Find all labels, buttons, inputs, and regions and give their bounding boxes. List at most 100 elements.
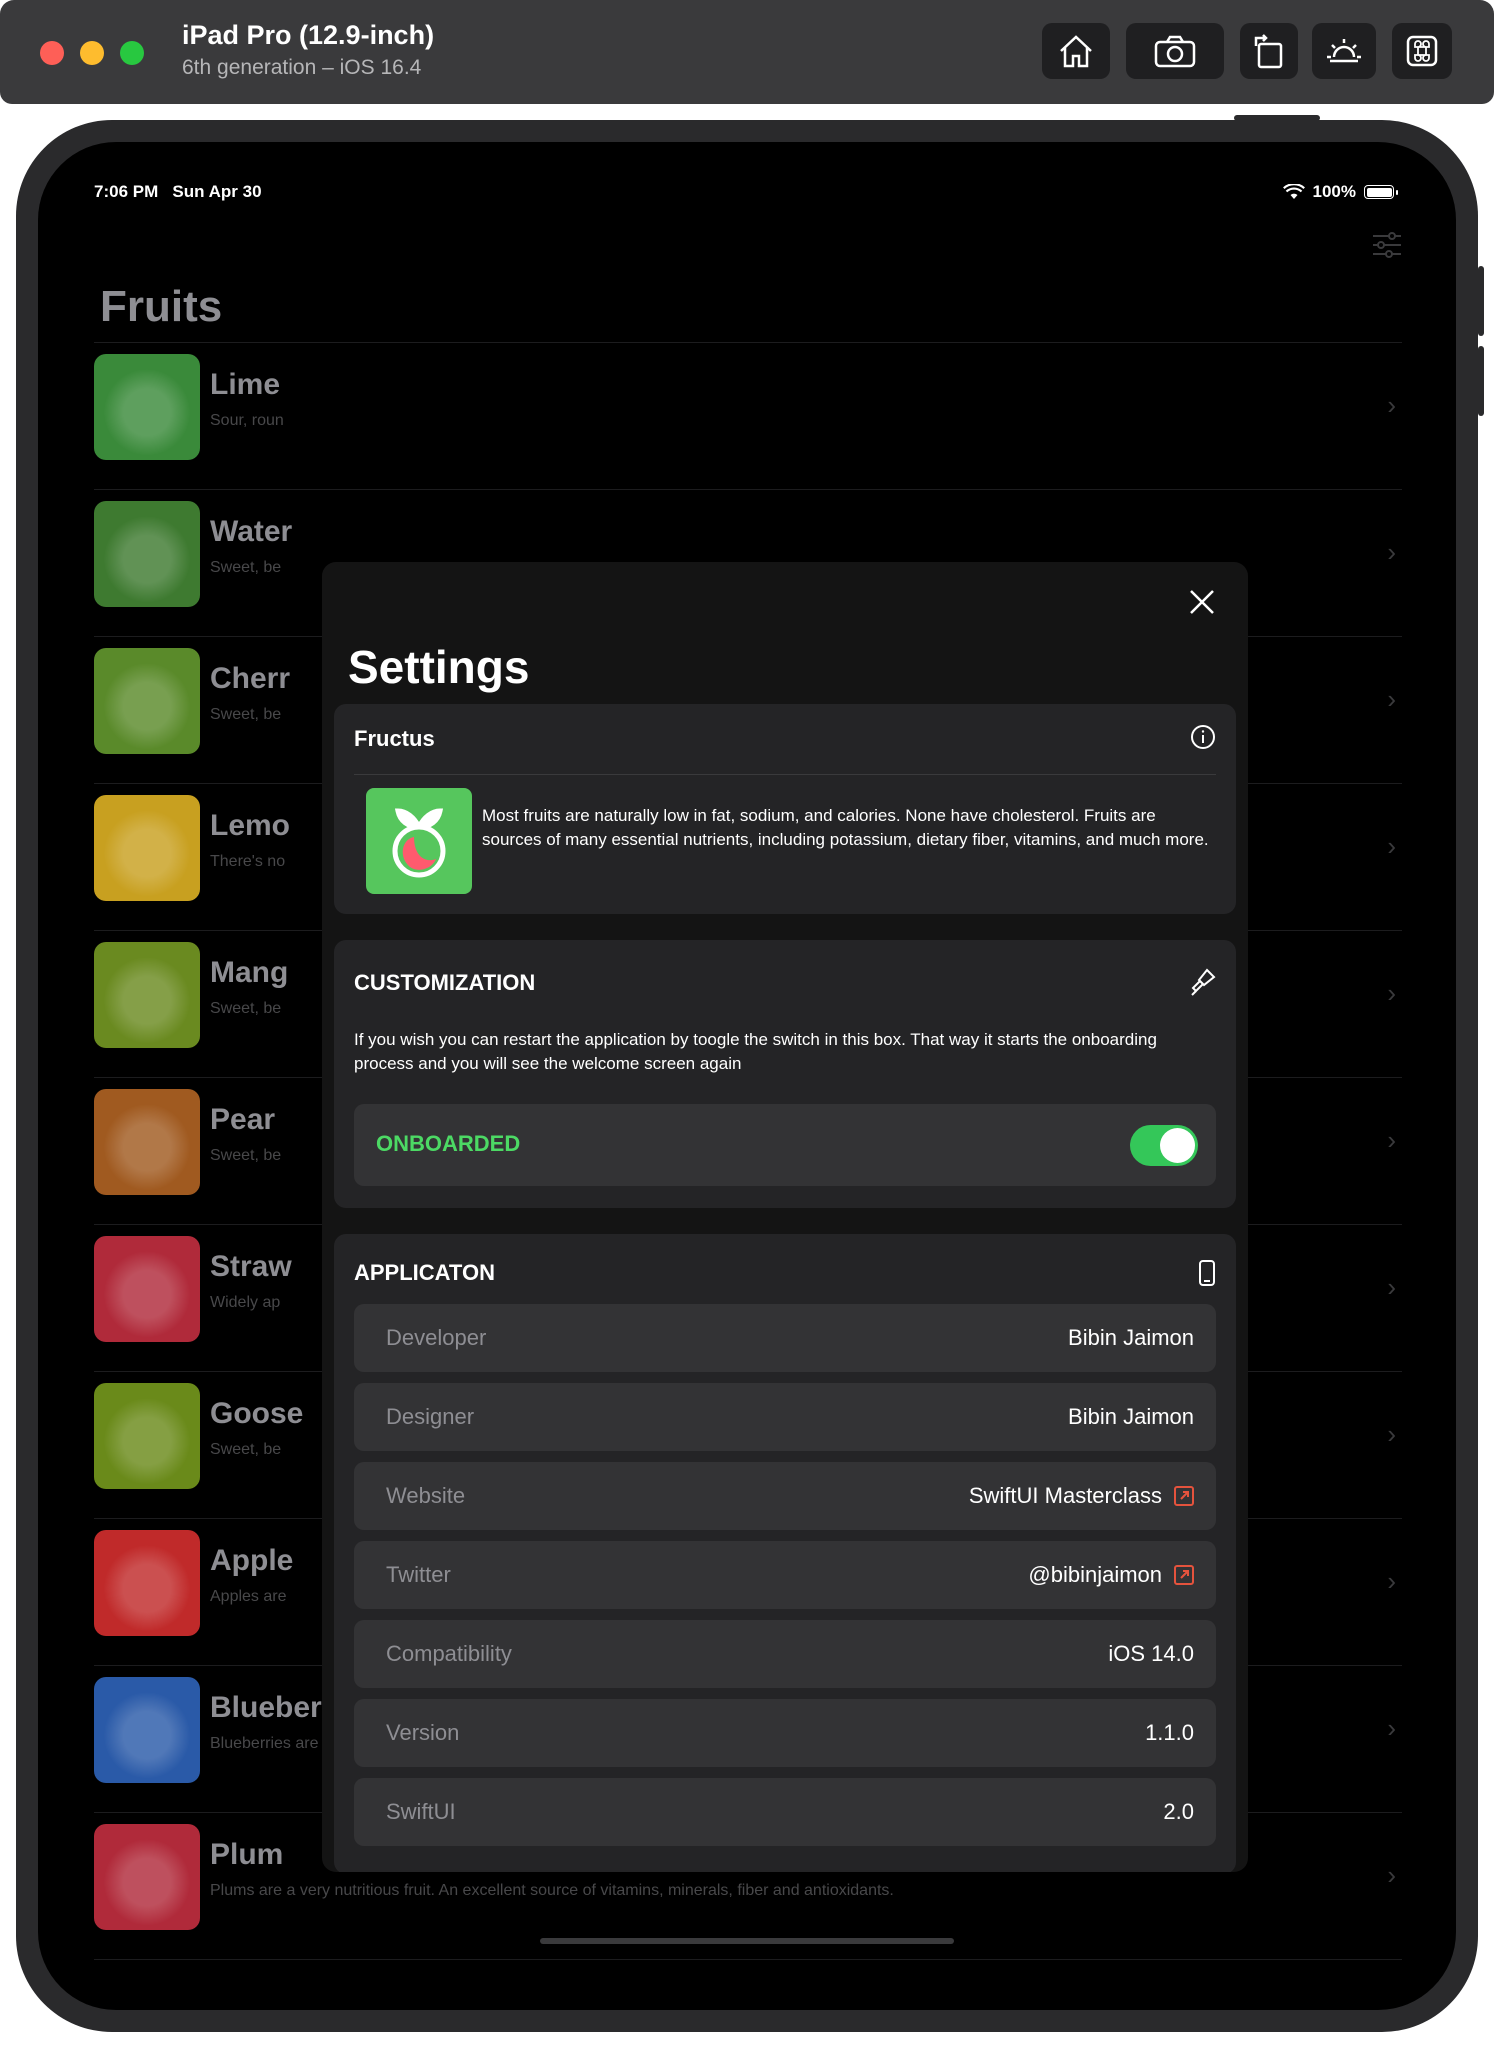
- application-group: APPLICATON Developer Bibin Jaimon Designer…: [334, 1234, 1236, 1872]
- fruit-name: Mang: [210, 956, 289, 989]
- chevron-right-icon: ›: [1387, 1125, 1396, 1155]
- device-subtitle: 6th generation – iOS 16.4: [182, 56, 422, 79]
- info-value: Bibin Jaimon: [1068, 1325, 1194, 1350]
- command-icon: [1406, 35, 1438, 67]
- info-row-swiftui: SwiftUI 2.0: [354, 1778, 1216, 1846]
- info-key: SwiftUI: [386, 1799, 456, 1824]
- fruits-list-title: Fruits: [100, 282, 223, 331]
- fruit-description: Apples are: [210, 1588, 287, 1605]
- command-button[interactable]: [1392, 23, 1452, 79]
- chevron-right-icon: ›: [1387, 1566, 1396, 1596]
- chevron-right-icon: ›: [1387, 684, 1396, 714]
- status-indicators: 100%: [1282, 182, 1398, 202]
- info-value: Bibin Jaimon: [1068, 1404, 1194, 1429]
- fruit-name: Plum: [210, 1838, 284, 1871]
- fruit-description: Sweet, be: [210, 1000, 282, 1017]
- info-value-wrap: Bibin Jaimon: [1068, 1404, 1194, 1430]
- info-key: Twitter: [386, 1562, 451, 1587]
- fruit-thumbnail: [94, 1236, 200, 1342]
- volume-down-button: [1478, 346, 1484, 416]
- home-indicator[interactable]: [540, 1938, 954, 1944]
- list-divider: [94, 342, 1402, 343]
- customization-group: CUSTOMIZATION If you wish you can restar…: [334, 940, 1236, 1208]
- chevron-right-icon: ›: [1387, 1272, 1396, 1302]
- info-row-twitter[interactable]: Twitter @bibinjaimon: [354, 1541, 1216, 1609]
- simulator-title-bar: iPad Pro (12.9-inch) 6th generation – iO…: [0, 0, 1494, 104]
- onboarded-toggle[interactable]: [1130, 1125, 1198, 1166]
- close-button[interactable]: [1182, 582, 1222, 622]
- info-key: Designer: [386, 1404, 475, 1429]
- fruit-description: Plums are a very nutritious fruit. An ex…: [210, 1882, 894, 1899]
- fruit-thumbnail: [94, 354, 200, 460]
- info-value-wrap[interactable]: @bibinjaimon: [1028, 1562, 1194, 1588]
- list-divider: [94, 1959, 1402, 1960]
- zoom-window-button[interactable]: [120, 41, 144, 65]
- info-value-wrap: Bibin Jaimon: [1068, 1325, 1194, 1351]
- info-value-wrap[interactable]: SwiftUI Masterclass: [969, 1483, 1194, 1509]
- home-button[interactable]: [1042, 23, 1110, 79]
- battery-icon: [1364, 185, 1398, 199]
- info-key: Developer: [386, 1325, 487, 1350]
- external-link-icon: [1174, 1486, 1194, 1506]
- info-value: SwiftUI Masterclass: [968, 1483, 1162, 1508]
- fruit-name: Lime: [210, 368, 281, 401]
- info-key: Website: [386, 1483, 466, 1508]
- chevron-right-icon: ›: [1387, 978, 1396, 1008]
- brightness-icon: [1327, 39, 1361, 63]
- fruit-description: Widely ap: [210, 1294, 281, 1311]
- settings-title: Settings: [348, 641, 530, 693]
- close-window-button[interactable]: [40, 41, 64, 65]
- screenshot-button[interactable]: [1126, 23, 1224, 79]
- device-name: iPad Pro (12.9-inch): [182, 20, 435, 50]
- fruit-thumbnail: [94, 1530, 200, 1636]
- minimize-window-button[interactable]: [80, 41, 104, 65]
- info-value: iOS 14.0: [1108, 1641, 1194, 1666]
- info-value-wrap: iOS 14.0: [1108, 1641, 1194, 1667]
- fruit-thumbnail: [94, 1824, 200, 1930]
- application-header: APPLICATON: [354, 1260, 495, 1285]
- battery-percent: 100%: [1312, 182, 1356, 201]
- info-value-wrap: 1.1.0: [1145, 1720, 1194, 1746]
- volume-up-button: [1478, 266, 1484, 336]
- onboarded-label: ONBOARDED: [376, 1131, 521, 1156]
- info-row-version: Version 1.1.0: [354, 1699, 1216, 1767]
- chevron-right-icon: ›: [1387, 1860, 1396, 1890]
- about-text: Most fruits are naturally low in fat, so…: [482, 806, 1209, 849]
- fruit-name: Straw: [210, 1250, 292, 1283]
- sliders-icon[interactable]: [1372, 232, 1402, 263]
- fruit-description: There's no: [210, 853, 286, 870]
- paintbrush-icon: [1190, 968, 1216, 1001]
- info-value: @bibinjaimon: [1028, 1562, 1162, 1587]
- camera-icon: [1154, 35, 1196, 68]
- top-button: [1234, 115, 1320, 121]
- fruit-thumbnail: [94, 648, 200, 754]
- chevron-right-icon: ›: [1387, 1419, 1396, 1449]
- info-value: 1.1.0: [1145, 1720, 1194, 1745]
- fruit-row[interactable]: Lime Sour, roun ›: [94, 344, 1402, 491]
- info-value: 2.0: [1163, 1799, 1194, 1824]
- fruit-description: Sweet, be: [210, 559, 282, 576]
- info-row-developer: Developer Bibin Jaimon: [354, 1304, 1216, 1372]
- fruit-thumbnail: [94, 795, 200, 901]
- ipad-screen: 7:06 PM Sun Apr 30 100% Fruits Lime Sour,…: [38, 142, 1456, 2010]
- info-icon: [1190, 724, 1216, 755]
- close-icon: [1190, 590, 1214, 614]
- chevron-right-icon: ›: [1387, 831, 1396, 861]
- fruit-description: Sweet, be: [210, 1441, 282, 1458]
- fruit-thumbnail: [94, 1677, 200, 1783]
- rotate-button[interactable]: [1240, 23, 1298, 79]
- brightness-button[interactable]: [1312, 23, 1376, 79]
- fructus-logo-icon: [392, 808, 446, 878]
- fruit-name: Lemo: [210, 809, 291, 842]
- customization-text: If you wish you can restart the applicat…: [354, 1030, 1157, 1073]
- chevron-right-icon: ›: [1387, 390, 1396, 420]
- chevron-right-icon: ›: [1387, 537, 1396, 567]
- fruit-thumbnail: [94, 501, 200, 607]
- info-key: Version: [386, 1720, 460, 1745]
- about-header: Fructus: [354, 726, 435, 751]
- fruit-name: Pear: [210, 1103, 276, 1136]
- info-value-wrap: 2.0: [1163, 1799, 1194, 1825]
- fruit-thumbnail: [94, 942, 200, 1048]
- info-row-website[interactable]: Website SwiftUI Masterclass: [354, 1462, 1216, 1530]
- home-icon: [1060, 35, 1092, 68]
